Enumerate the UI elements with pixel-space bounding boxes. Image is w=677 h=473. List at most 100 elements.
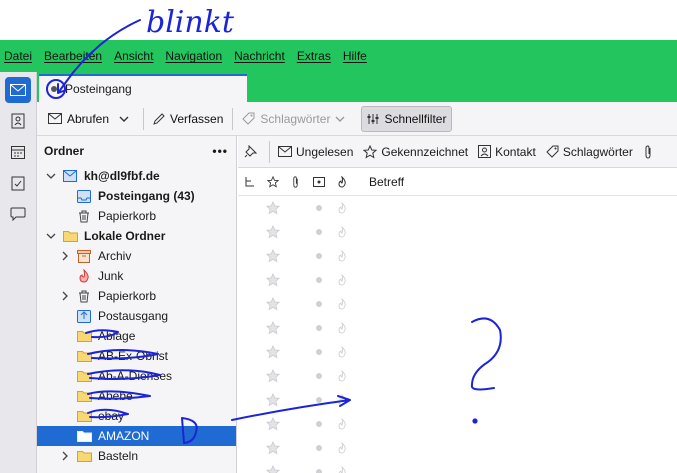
folder-item[interactable]: AMAZON: [37, 426, 236, 446]
read-dot-icon[interactable]: [307, 420, 330, 428]
read-dot-icon[interactable]: [307, 204, 330, 212]
read-dot-icon[interactable]: [307, 300, 330, 308]
menu-help[interactable]: Hilfe: [343, 49, 367, 63]
star-toggle-icon[interactable]: [261, 249, 284, 263]
star-toggle-icon[interactable]: [261, 393, 284, 407]
junk-flame-icon[interactable]: [330, 442, 353, 454]
junk-flame-icon[interactable]: [330, 250, 353, 262]
sticky-filter-button[interactable]: [244, 145, 261, 158]
attachment-column[interactable]: [284, 175, 307, 188]
tasks-space-button[interactable]: [5, 170, 31, 196]
junk-flame-icon[interactable]: [330, 274, 353, 286]
folder-item[interactable]: Postausgang: [37, 306, 236, 326]
star-toggle-icon[interactable]: [261, 321, 284, 335]
folder-item[interactable]: Ab-A-Dienses: [37, 366, 236, 386]
read-status-column[interactable]: [307, 176, 330, 187]
message-row[interactable]: [238, 412, 677, 436]
junk-flame-icon[interactable]: [330, 202, 353, 214]
message-row[interactable]: [238, 220, 677, 244]
star-toggle-icon[interactable]: [261, 297, 284, 311]
message-row[interactable]: [238, 340, 677, 364]
expand-closed-icon[interactable]: [59, 290, 71, 302]
junk-flame-icon[interactable]: [330, 322, 353, 334]
folder-item[interactable]: Ablage: [37, 326, 236, 346]
message-row[interactable]: [238, 196, 677, 220]
folder-item[interactable]: Posteingang (43): [37, 186, 236, 206]
filter-contact-button[interactable]: Kontakt: [478, 145, 536, 159]
read-dot-icon[interactable]: [307, 228, 330, 236]
star-toggle-icon[interactable]: [261, 417, 284, 431]
message-row[interactable]: [238, 268, 677, 292]
read-dot-icon[interactable]: [307, 276, 330, 284]
message-row[interactable]: [238, 316, 677, 340]
star-toggle-icon[interactable]: [261, 273, 284, 287]
message-row[interactable]: [238, 364, 677, 388]
menu-file[interactable]: Datei: [4, 49, 32, 63]
read-dot-icon[interactable]: [307, 468, 330, 473]
star-toggle-icon[interactable]: [261, 465, 284, 473]
expand-closed-icon[interactable]: [59, 450, 71, 462]
read-dot-icon[interactable]: [307, 348, 330, 356]
junk-flame-icon[interactable]: [330, 394, 353, 406]
folder-item[interactable]: Archiv: [37, 246, 236, 266]
addressbook-space-button[interactable]: [5, 108, 31, 134]
compose-button[interactable]: Verfassen: [148, 106, 228, 132]
read-dot-icon[interactable]: [307, 324, 330, 332]
read-dot-icon[interactable]: [307, 252, 330, 260]
expand-open-icon[interactable]: [45, 230, 57, 242]
menu-tools[interactable]: Extras: [297, 49, 331, 63]
get-mail-button[interactable]: Abrufen: [43, 106, 114, 132]
chat-space-button[interactable]: [5, 201, 31, 227]
message-row[interactable]: [238, 388, 677, 412]
menu-navigation[interactable]: Navigation: [165, 49, 222, 63]
read-dot-icon[interactable]: [307, 396, 330, 404]
message-row[interactable]: [238, 244, 677, 268]
message-row[interactable]: [238, 460, 677, 473]
junk-flame-icon[interactable]: [330, 298, 353, 310]
junk-flame-icon[interactable]: [330, 346, 353, 358]
junk-flame-icon[interactable]: [330, 226, 353, 238]
filter-unread-button[interactable]: Ungelesen: [278, 145, 353, 159]
filter-attachment-button[interactable]: [643, 144, 657, 159]
quick-filter-button[interactable]: Schnellfilter: [361, 105, 453, 132]
folder-item[interactable]: AB-Ex-Obrist: [37, 346, 236, 366]
star-toggle-icon[interactable]: [261, 369, 284, 383]
filter-starred-button[interactable]: Gekennzeichnet: [363, 144, 468, 159]
expand-open-icon[interactable]: [45, 170, 57, 182]
junk-status-column[interactable]: [330, 175, 353, 188]
folder-item[interactable]: Lokale Ordner: [37, 226, 236, 246]
junk-flame-icon[interactable]: [330, 466, 353, 473]
folder-item[interactable]: Basteln: [37, 446, 236, 466]
calendar-space-button[interactable]: [5, 139, 31, 165]
thread-column-toggle[interactable]: [238, 176, 261, 188]
folder-item[interactable]: ebay: [37, 406, 236, 426]
star-toggle-icon[interactable]: [261, 201, 284, 215]
read-dot-icon[interactable]: [307, 372, 330, 380]
message-row[interactable]: [238, 436, 677, 460]
expand-closed-icon[interactable]: [59, 250, 71, 262]
junk-flame-icon[interactable]: [330, 418, 353, 430]
menu-message[interactable]: Nachricht: [234, 49, 285, 63]
folder-pane-menu-button[interactable]: •••: [212, 144, 228, 158]
folder-item[interactable]: kh@dl9fbf.de: [37, 166, 236, 186]
get-mail-dropdown[interactable]: [114, 106, 139, 132]
folder-item[interactable]: Junk: [37, 266, 236, 286]
menu-edit[interactable]: Bearbeiten: [44, 49, 102, 63]
tab-inbox[interactable]: Posteingang: [39, 74, 247, 102]
folder-item[interactable]: Papierkorb: [37, 206, 236, 226]
starred-column[interactable]: [261, 175, 284, 188]
read-dot-icon[interactable]: [307, 444, 330, 452]
filter-tags-button[interactable]: Schlagwörter: [546, 145, 633, 159]
tags-button[interactable]: Schlagwörter: [237, 106, 355, 132]
junk-flame-icon[interactable]: [330, 370, 353, 382]
mail-space-button[interactable]: [5, 77, 31, 103]
folder-pane: Ordner ••• kh@dl9fbf.de Posteingang (43) P…: [37, 136, 237, 473]
folder-item[interactable]: Abebe: [37, 386, 236, 406]
folder-item[interactable]: Papierkorb: [37, 286, 236, 306]
subject-column-header[interactable]: Betreff: [369, 175, 404, 189]
message-row[interactable]: [238, 292, 677, 316]
star-toggle-icon[interactable]: [261, 225, 284, 239]
star-toggle-icon[interactable]: [261, 345, 284, 359]
menu-view[interactable]: Ansicht: [114, 49, 153, 63]
star-toggle-icon[interactable]: [261, 441, 284, 455]
